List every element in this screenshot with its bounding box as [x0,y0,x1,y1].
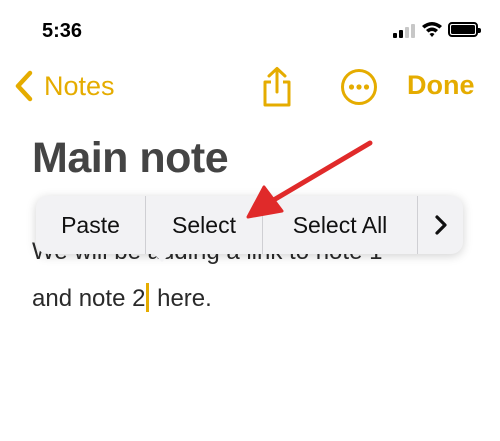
annotation-arrow [246,140,373,219]
note-text-after-cursor: here. [150,285,212,312]
note-text-before-cursor: and note 2 [32,285,146,312]
done-button[interactable]: Done [407,70,475,101]
text-cursor [146,283,150,312]
note-body-line-2[interactable]: and note 2 here. [32,283,212,313]
wifi-icon [422,22,442,37]
battery-icon [448,22,481,37]
back-label: Notes [44,70,115,101]
signal-icon [393,24,415,38]
note-title[interactable]: Main note [32,134,229,183]
chevron-left-icon [15,70,33,102]
chevron-right-icon [434,215,447,235]
more-menu-items-button[interactable] [418,196,463,254]
edit-menu-pointer [151,251,173,262]
status-time: 5:36 [42,20,83,42]
back-to-notes-button[interactable]: Notes [10,68,115,104]
paste-button[interactable]: Paste [36,196,146,254]
more-options-icon[interactable] [340,68,378,106]
share-icon[interactable] [257,66,297,108]
